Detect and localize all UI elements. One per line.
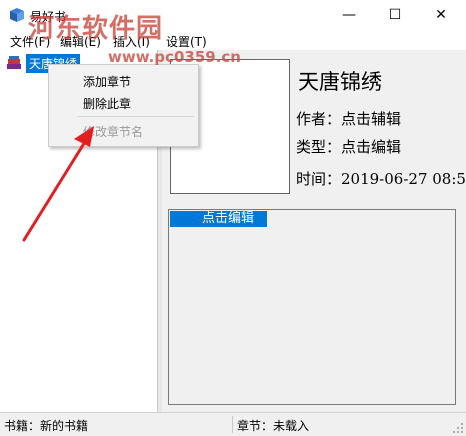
description-text[interactable]: 点击编辑 (170, 211, 267, 227)
menu-rename-chapter: 修改章节名 (83, 125, 144, 139)
status-book: 书籍：新的书籍 (4, 419, 89, 433)
minimize-button[interactable]: — (326, 0, 372, 30)
description-box[interactable]: 点击编辑 (168, 209, 456, 405)
watermark-url: www.pc0359.cn (108, 48, 241, 66)
status-chapter: 章节：未载入 (237, 419, 310, 433)
resize-grip-icon[interactable] (452, 422, 464, 434)
stacked-books-icon (7, 56, 21, 69)
title-bar: 易好书 — ☐ ✕ (0, 0, 466, 30)
book-author[interactable]: 作者：点击辅辑 (296, 108, 401, 129)
window-title: 易好书 (30, 10, 67, 24)
menu-file[interactable]: 文件(F) (10, 33, 50, 50)
maximize-button[interactable]: ☐ (372, 0, 418, 30)
status-bar: 书籍：新的书籍 章节：未载入 (0, 412, 466, 436)
app-book-icon (10, 8, 24, 22)
close-button[interactable]: ✕ (418, 0, 464, 30)
book-type[interactable]: 类型：点击编辑 (296, 136, 401, 157)
book-title[interactable]: 天唐锦绣 (298, 66, 382, 96)
status-divider (232, 416, 233, 433)
book-time: 时间：2019-06-27 08:5 (296, 170, 466, 188)
chapter-context-menu: 添加章节 删除此章 修改章节名 (48, 64, 199, 147)
menu-edit[interactable]: 编辑(E) (60, 33, 101, 50)
menu-separator (77, 116, 194, 117)
book-info-pane: 天唐锦绣 作者：点击辅辑 类型：点击编辑 时间：2019-06-27 08:5 … (162, 50, 466, 412)
menu-delete-chapter[interactable]: 删除此章 (83, 95, 131, 112)
menu-add-chapter[interactable]: 添加章节 (83, 73, 131, 90)
menu-bar: 文件(F) 编辑(E) 插入(I) 设置(T) (0, 30, 466, 50)
